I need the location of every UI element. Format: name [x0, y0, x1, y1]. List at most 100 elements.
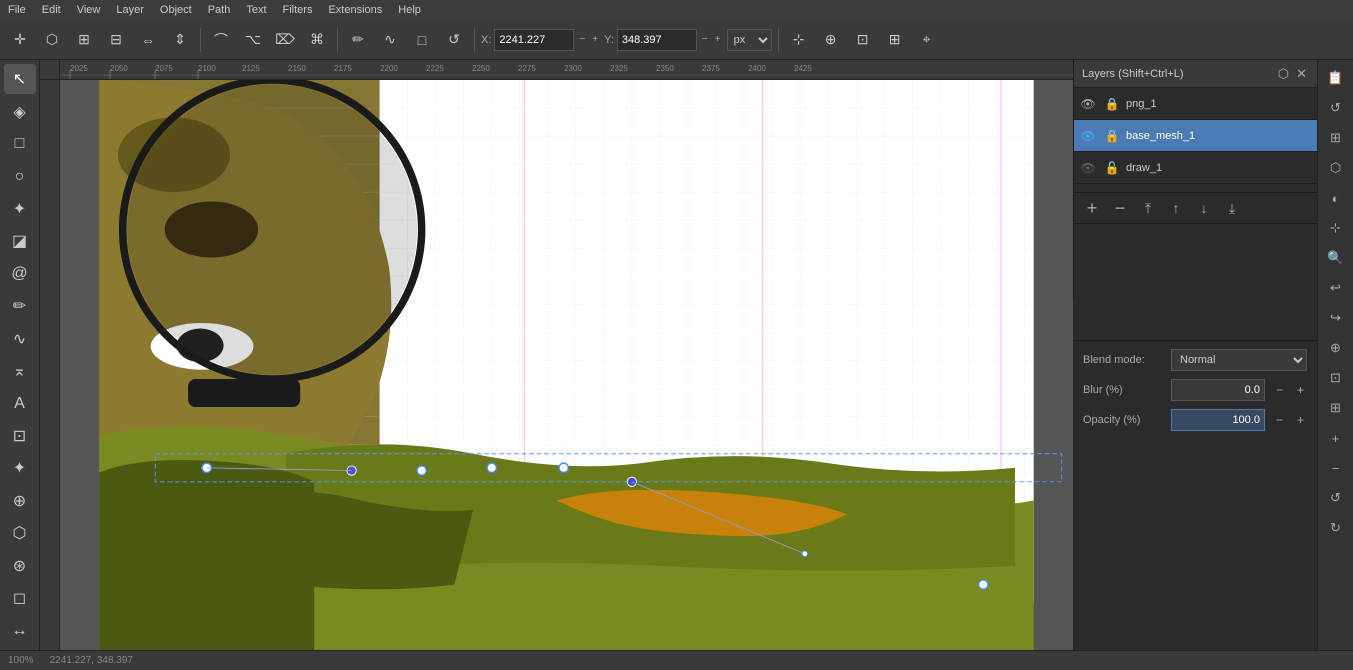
layer-visibility-basemesh1[interactable]: 👁: [1078, 126, 1098, 146]
opacity-plus-btn[interactable]: +: [1294, 413, 1307, 427]
zoom-out-btn[interactable]: −: [1322, 454, 1350, 482]
x-plus-btn[interactable]: +: [590, 34, 600, 45]
blend-mode-select[interactable]: Normal Multiply Screen Overlay Darken Li…: [1171, 349, 1307, 371]
node-corner-btn[interactable]: ⌥: [239, 26, 267, 54]
layer-row-draw1[interactable]: 👁 🔓 draw_1: [1074, 152, 1317, 184]
xml-editor-btn[interactable]: 📋: [1322, 64, 1350, 92]
menu-view[interactable]: View: [77, 4, 101, 16]
layer-lock-png1[interactable]: 🔒: [1102, 94, 1122, 114]
zoom-in-btn[interactable]: +: [1322, 424, 1350, 452]
menu-file[interactable]: File: [8, 4, 26, 16]
align-v-btn[interactable]: ⊟: [102, 26, 130, 54]
svg-text:2400: 2400: [748, 64, 766, 73]
blur-bar-container[interactable]: 0.0: [1171, 379, 1265, 401]
arrow-tool[interactable]: ↖: [4, 64, 36, 94]
transform-panel-btn[interactable]: ↺: [1322, 94, 1350, 122]
text-tool[interactable]: A: [4, 388, 36, 418]
menu-object[interactable]: Object: [160, 4, 192, 16]
y-plus-btn[interactable]: +: [713, 34, 723, 45]
callig-tool[interactable]: ⌅: [4, 356, 36, 386]
fit-btn[interactable]: ⊡: [849, 26, 877, 54]
pencil-btn[interactable]: ✏: [344, 26, 372, 54]
layers-close-btn[interactable]: ✕: [1294, 66, 1309, 82]
bezier-tool[interactable]: ∿: [4, 324, 36, 354]
node-sel-btn[interactable]: ⌖: [913, 26, 941, 54]
layer-lower-bottom-btn[interactable]: ⤓: [1220, 196, 1244, 220]
canvas-area[interactable]: 2025 2050 2075 2100 2125 2150 2175 2200 …: [40, 60, 1073, 650]
eraser-tool[interactable]: ◻: [4, 583, 36, 613]
transform-btn[interactable]: ⬡: [38, 26, 66, 54]
x-input[interactable]: [494, 29, 574, 51]
path-effects-btn[interactable]: ⬡: [1322, 154, 1350, 182]
layer-raise-btn[interactable]: ↑: [1164, 196, 1188, 220]
unit-select[interactable]: px mm cm in: [727, 29, 772, 51]
3d-tool[interactable]: ◪: [4, 226, 36, 256]
layer-add-btn[interactable]: +: [1080, 196, 1104, 220]
layers-panel-icon[interactable]: ⬡: [1276, 66, 1291, 82]
blur-plus-btn[interactable]: +: [1294, 383, 1307, 397]
layer-row-png1[interactable]: 👁 🔒 png_1: [1074, 88, 1317, 120]
y-input[interactable]: [617, 29, 697, 51]
align-h-btn[interactable]: ⊞: [70, 26, 98, 54]
rotate-cw-btn[interactable]: ↻: [1322, 514, 1350, 542]
menu-filters[interactable]: Filters: [283, 4, 313, 16]
layer-lower-btn[interactable]: ↓: [1192, 196, 1216, 220]
flip-v-btn[interactable]: ⇕: [166, 26, 194, 54]
fill-stroke-btn[interactable]: ◐: [1322, 184, 1350, 212]
snap-btn[interactable]: ⊹: [785, 26, 813, 54]
redo-history-btn[interactable]: ↪: [1322, 304, 1350, 332]
eyedropper-tool[interactable]: ✦: [4, 453, 36, 483]
blur-minus-btn[interactable]: −: [1273, 383, 1286, 397]
menu-path[interactable]: Path: [208, 4, 231, 16]
blur-row: Blur (%) 0.0 − +: [1083, 379, 1307, 401]
node-sym-btn[interactable]: ⌦: [271, 26, 299, 54]
y-coord-field: Y: − +: [604, 29, 722, 51]
layer-raise-top-btn[interactable]: ⤒: [1136, 196, 1160, 220]
y-minus-btn[interactable]: −: [700, 34, 710, 45]
menu-text[interactable]: Text: [246, 4, 266, 16]
undo-history-btn[interactable]: ↩: [1322, 274, 1350, 302]
menu-extensions[interactable]: Extensions: [328, 4, 382, 16]
snap-nodes-btn[interactable]: ⊕: [1322, 334, 1350, 362]
obj-btn[interactable]: □: [408, 26, 436, 54]
layer-visibility-draw1[interactable]: 👁: [1078, 158, 1098, 178]
flip-h-btn[interactable]: ⇔: [134, 26, 162, 54]
layer-remove-btn[interactable]: −: [1108, 196, 1132, 220]
node-auto-btn[interactable]: ⌘: [303, 26, 331, 54]
node-smooth-btn[interactable]: ⌒: [207, 26, 235, 54]
menu-layer[interactable]: Layer: [116, 4, 144, 16]
canvas-content[interactable]: [60, 80, 1073, 650]
layer-lock-basemesh1[interactable]: 🔒: [1102, 126, 1122, 146]
layer-lock-draw1[interactable]: 🔓: [1102, 158, 1122, 178]
fill-tool[interactable]: ⬡: [4, 518, 36, 548]
svg-text:2300: 2300: [564, 64, 582, 73]
x-minus-btn[interactable]: −: [577, 34, 587, 45]
spiral-tool[interactable]: @: [4, 259, 36, 289]
connector-tool[interactable]: ↔: [4, 615, 36, 645]
guide-btn[interactable]: ⊡: [1322, 364, 1350, 392]
rotate-btn[interactable]: ↺: [440, 26, 468, 54]
opacity-minus-btn[interactable]: −: [1273, 413, 1286, 427]
layer-row-basemesh1[interactable]: 👁 🔒 base_mesh_1: [1074, 120, 1317, 152]
center-btn[interactable]: ⊞: [881, 26, 909, 54]
find-btn[interactable]: 🔍: [1322, 244, 1350, 272]
rect-tool[interactable]: □: [4, 129, 36, 159]
align-panel-btn[interactable]: ⊞: [1322, 124, 1350, 152]
opacity-bar-container[interactable]: 100.0: [1171, 409, 1265, 431]
select-tool-btn[interactable]: ✛: [6, 26, 34, 54]
bezier-btn[interactable]: ∿: [376, 26, 404, 54]
zoom-tool[interactable]: ⊕: [4, 486, 36, 516]
gradient-tool[interactable]: ⊡: [4, 421, 36, 451]
symbols-btn[interactable]: ⊹: [1322, 214, 1350, 242]
rotate-ccw-btn[interactable]: ↺: [1322, 484, 1350, 512]
pencil-draw-tool[interactable]: ✏: [4, 291, 36, 321]
menu-edit[interactable]: Edit: [42, 4, 61, 16]
snap2-btn[interactable]: ⊕: [817, 26, 845, 54]
ellipse-tool[interactable]: ○: [4, 161, 36, 191]
spray-tool[interactable]: ⊛: [4, 551, 36, 581]
grid-btn[interactable]: ⊞: [1322, 394, 1350, 422]
node-tool[interactable]: ◈: [4, 96, 36, 126]
star-tool[interactable]: ✦: [4, 194, 36, 224]
menu-help[interactable]: Help: [398, 4, 421, 16]
layer-visibility-png1[interactable]: 👁: [1078, 94, 1098, 114]
